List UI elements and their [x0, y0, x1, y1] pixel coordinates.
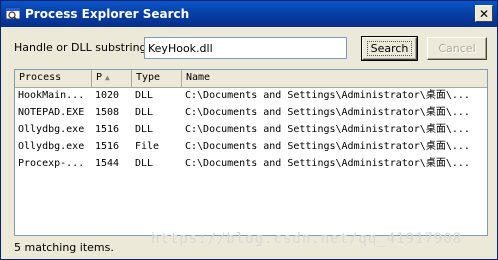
- table-row[interactable]: Procexp-... 1544 DLL C:\Documents and Se…: [15, 155, 487, 172]
- cell-name: C:\Documents and Settings\Administrator\…: [185, 124, 470, 135]
- cell-pid: 1516: [95, 124, 120, 135]
- window-title: Process Explorer Search: [25, 7, 190, 21]
- process-explorer-icon: [5, 7, 21, 21]
- search-button[interactable]: Search: [361, 36, 418, 61]
- close-button[interactable]: ✕: [475, 5, 493, 22]
- cell-pid: 1508: [95, 107, 120, 118]
- table-row[interactable]: HookMain... 1020 DLL C:\Documents and Se…: [15, 87, 487, 104]
- cell-pid: 1516: [95, 141, 120, 152]
- cell-process: Procexp-...: [18, 158, 85, 169]
- cell-pid: 1544: [95, 158, 120, 169]
- sort-ascending-icon: ▲: [105, 73, 110, 82]
- cell-pid: 1020: [95, 90, 120, 101]
- cell-name: C:\Documents and Settings\Administrator\…: [185, 90, 470, 101]
- cell-process: HookMain...: [18, 90, 85, 101]
- cell-type: DLL: [135, 124, 154, 135]
- search-input[interactable]: [144, 37, 347, 59]
- column-header-process[interactable]: Process: [15, 70, 92, 87]
- cell-process: Ollydbg.exe: [18, 141, 85, 152]
- cell-name: C:\Documents and Settings\Administrator\…: [185, 158, 470, 169]
- column-header-pid[interactable]: P ▲: [92, 70, 132, 87]
- title-bar[interactable]: Process Explorer Search ✕: [1, 1, 497, 27]
- cancel-button[interactable]: Cancel: [427, 37, 487, 60]
- cell-process: NOTEPAD.EXE: [18, 107, 85, 118]
- status-text: 5 matching items.: [14, 241, 114, 254]
- cell-type: File: [135, 141, 160, 152]
- cell-type: DLL: [135, 90, 154, 101]
- search-dialog: Process Explorer Search ✕ Handle or DLL …: [0, 0, 498, 260]
- close-icon: ✕: [478, 6, 490, 21]
- cell-name: C:\Documents and Settings\Administrator\…: [185, 141, 470, 152]
- results-list[interactable]: Process P ▲ Type Name HookMain... 1020 DL…: [14, 69, 488, 236]
- column-header-name[interactable]: Name: [182, 70, 487, 87]
- table-row[interactable]: NOTEPAD.EXE 1508 DLL C:\Documents and Se…: [15, 104, 487, 121]
- filter-label: Handle or DLL substring:: [14, 41, 151, 54]
- column-header-type[interactable]: Type: [132, 70, 182, 87]
- list-header: Process P ▲ Type Name: [15, 70, 487, 88]
- cell-type: DLL: [135, 158, 154, 169]
- watermark: https://blog.csdn.net/qq_41917908: [151, 231, 463, 247]
- cancel-button-label: Cancel: [438, 42, 476, 55]
- table-row[interactable]: Ollydbg.exe 1516 DLL C:\Documents and Se…: [15, 121, 487, 138]
- cell-name: C:\Documents and Settings\Administrator\…: [185, 107, 470, 118]
- cell-process: Ollydbg.exe: [18, 124, 85, 135]
- cell-type: DLL: [135, 107, 154, 118]
- table-row[interactable]: Ollydbg.exe 1516 File C:\Documents and S…: [15, 138, 487, 155]
- search-button-label: Search: [366, 41, 413, 56]
